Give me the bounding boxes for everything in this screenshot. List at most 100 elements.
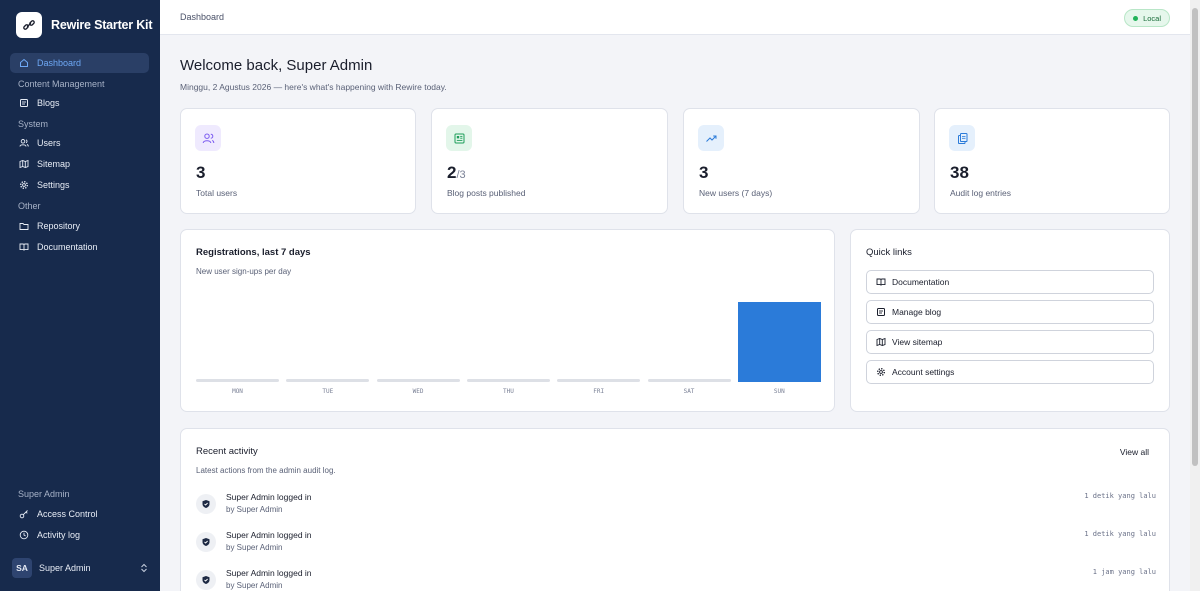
activity-title: Super Admin logged in [226, 530, 312, 540]
shield-icon [196, 532, 216, 552]
page-title: Welcome back, Super Admin [180, 57, 373, 74]
shield-icon [196, 494, 216, 514]
chart-tick-label: WED [412, 388, 424, 395]
main-content: Welcome back, Super Admin Minggu, 2 Agus… [160, 35, 1190, 591]
recent-activity-title: Recent activity [196, 446, 258, 457]
chart-tick-label: THU [502, 388, 514, 395]
sidebar-item-settings[interactable]: Settings [10, 175, 149, 195]
recent-activity-card: Recent activity Latest actions from the … [180, 428, 1170, 591]
chart-bar-thu [466, 379, 550, 382]
sidebar-item-access-control[interactable]: Access Control [10, 504, 149, 524]
users-icon [19, 139, 29, 147]
sidebar-item-label: Dashboard [37, 58, 82, 68]
sidebar-item-users[interactable]: Users [10, 133, 149, 153]
user-menu[interactable]: SA Super Admin [12, 557, 148, 579]
sidebar-item-repository[interactable]: Repository [10, 216, 149, 236]
quick-link-documentation[interactable]: Documentation [866, 270, 1154, 294]
stat-label: Total users [196, 188, 238, 198]
chevron-up-down-icon [141, 563, 147, 573]
activity-title: Super Admin logged in [226, 568, 312, 578]
view-all-link[interactable]: View all [1120, 447, 1149, 457]
quick-links-title: Quick links [866, 247, 912, 258]
scrollbar-thumb[interactable] [1192, 8, 1198, 466]
chart-bar-sat [647, 379, 731, 382]
activity-actor: by Super Admin [226, 543, 283, 552]
activity-title: Super Admin logged in [226, 492, 312, 502]
brand[interactable]: Rewire Starter Kit [16, 12, 152, 38]
clipboard-icon [949, 125, 975, 151]
list-item[interactable]: Super Admin logged in by Super Admin 1 d… [196, 530, 1156, 562]
registrations-card: Registrations, last 7 days New user sign… [180, 229, 835, 412]
activity-time: 1 detik yang lalu [1084, 492, 1156, 500]
sidebar-item-label: Settings [37, 180, 70, 190]
chart-title: Registrations, last 7 days [196, 247, 311, 258]
stat-label: New users (7 days) [699, 188, 773, 198]
gear-icon [20, 181, 28, 189]
environment-badge: Local [1124, 9, 1170, 27]
sidebar-item-label: Sitemap [37, 159, 71, 169]
chart-bar-sun [737, 302, 821, 382]
chart-tick-label: FRI [593, 388, 605, 395]
clock-icon [19, 530, 29, 540]
gear-icon [877, 368, 885, 376]
stat-label: Audit log entries [950, 188, 1011, 198]
sidebar-item-activity-log[interactable]: Activity log [10, 525, 149, 545]
chain-link-logo-icon [16, 12, 42, 38]
quick-link-label: Account settings [892, 367, 955, 377]
user-name: Super Admin [39, 563, 91, 573]
users-icon [195, 125, 221, 151]
sidebar-item-sitemap[interactable]: Sitemap [10, 154, 149, 174]
stat-card-total-users: 3 Total users [180, 108, 416, 214]
activity-actor: by Super Admin [226, 581, 283, 590]
chart-bar-wed [376, 379, 460, 382]
page-scrollbar[interactable] [1190, 0, 1200, 591]
stat-card-blog-posts: 2/3 Blog posts published [431, 108, 668, 214]
nav-group-other: Other [18, 201, 41, 211]
chart-bar-tue [286, 379, 370, 382]
sidebar-item-label: Blogs [37, 98, 60, 108]
quick-links-card: Quick links Documentation Manage blog Vi… [850, 229, 1170, 412]
stat-value: 3 [196, 163, 206, 182]
stat-value: 2/3 [447, 163, 466, 182]
sidebar-item-label: Activity log [37, 530, 81, 540]
stat-value: 38 [950, 163, 969, 182]
stat-card-audit-log: 38 Audit log entries [934, 108, 1170, 214]
chart-subtitle: New user sign-ups per day [196, 267, 292, 276]
nav-group-content-management: Content Management [18, 79, 105, 89]
activity-time: 1 detik yang lalu [1084, 530, 1156, 538]
quick-link-manage-blog[interactable]: Manage blog [866, 300, 1154, 324]
chart-tick-label: TUE [322, 388, 334, 395]
book-icon [19, 243, 29, 251]
folder-icon [19, 223, 29, 230]
list-item[interactable]: Super Admin logged in by Super Admin 1 d… [196, 492, 1156, 524]
chart-bar-fri [557, 379, 641, 382]
brand-name: Rewire Starter Kit [51, 18, 153, 32]
topbar: Dashboard Local [160, 0, 1190, 35]
quick-link-view-sitemap[interactable]: View sitemap [866, 330, 1154, 354]
stat-value: 3 [699, 163, 709, 182]
quick-link-label: Manage blog [892, 307, 942, 317]
shield-icon [196, 570, 216, 590]
nav-group-system: System [18, 119, 49, 129]
status-dot-icon [1133, 15, 1139, 21]
quick-link-account-settings[interactable]: Account settings [866, 360, 1154, 384]
blog-icon [20, 99, 28, 107]
sidebar-item-blogs[interactable]: Blogs [10, 93, 149, 113]
sidebar-item-label: Access Control [37, 509, 98, 519]
page-subtitle: Minggu, 2 Agustus 2026 — here's what's h… [180, 82, 447, 92]
stat-card-new-users: 3 New users (7 days) [683, 108, 920, 214]
map-icon [19, 159, 29, 169]
map-icon [876, 337, 886, 347]
sidebar-item-label: Users [37, 138, 61, 148]
list-item[interactable]: Super Admin logged in by Super Admin 1 j… [196, 568, 1156, 591]
chart-tick-label: MON [232, 388, 243, 395]
environment-badge-label: Local [1143, 13, 1161, 23]
recent-activity-subtitle: Latest actions from the admin audit log. [196, 466, 336, 475]
quick-link-label: View sitemap [892, 337, 943, 347]
chart-bar-mon [196, 379, 279, 382]
nav-group-super-admin: Super Admin [18, 489, 70, 499]
sidebar-item-documentation[interactable]: Documentation [10, 237, 149, 257]
sidebar-item-dashboard[interactable]: Dashboard [10, 53, 149, 73]
quick-link-label: Documentation [892, 277, 950, 287]
activity-actor: by Super Admin [226, 505, 283, 514]
